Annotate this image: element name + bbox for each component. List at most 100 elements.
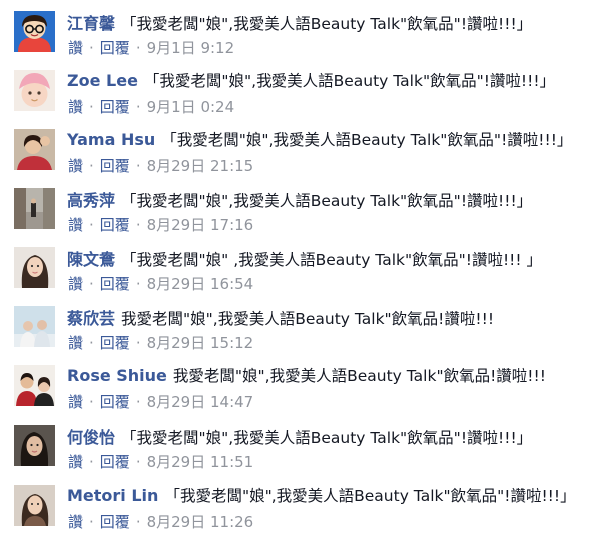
comment-text: 「我愛老闆"娘",我愛美人語Beauty Talk"飲氧品"!讚啦!!!」 — [161, 131, 573, 149]
comment-author[interactable]: Metori Lin 「我愛老闆"娘",我愛美人語Beauty Talk"飲氧品"… — [67, 484, 576, 506]
comment-meta: 讚 · 回覆 · 8月29日 11:26 — [68, 511, 253, 532]
couple-red-icon — [14, 365, 55, 406]
comment-author[interactable]: Yama Hsu 「我愛老闆"娘",我愛美人語Beauty Talk"飲氧品"!讚… — [67, 128, 572, 150]
comment-timestamp[interactable]: 8月29日 16:54 — [147, 275, 254, 293]
comment-meta: 讚 · 回覆 · 8月29日 11:51 — [68, 451, 253, 472]
avatar[interactable] — [14, 425, 55, 466]
reply-button[interactable]: 回覆 — [100, 157, 130, 175]
couple-light-icon — [14, 306, 55, 347]
comment-meta: 讚 · 回覆 · 8月29日 14:47 — [68, 391, 253, 412]
comment-text: 我愛老闆"娘",我愛美人語Beauty Talk"飲氧品!讚啦!!! — [172, 367, 546, 385]
like-button[interactable]: 讚 — [68, 98, 83, 116]
avatar[interactable] — [14, 365, 55, 406]
reply-button[interactable]: 回覆 — [100, 513, 130, 531]
comment-author[interactable]: 蔡欣芸 我愛老闆"娘",我愛美人語Beauty Talk"飲氧品!讚啦!!! — [67, 305, 494, 329]
like-button[interactable]: 讚 — [68, 157, 83, 175]
comment-author[interactable]: 陳文鴦 「我愛老闆"娘" ,我愛美人語Beauty Talk"飲氧品"!讚啦!!!… — [67, 246, 542, 270]
avatar[interactable] — [14, 188, 55, 229]
woman-portrait-icon — [14, 485, 55, 526]
baby-pink-hat-icon — [14, 70, 55, 111]
like-button[interactable]: 讚 — [68, 334, 83, 352]
comment-timestamp[interactable]: 8月29日 15:12 — [147, 334, 254, 352]
separator-dot: · — [89, 453, 94, 471]
separator-dot: · — [89, 216, 94, 234]
reply-button[interactable]: 回覆 — [100, 216, 130, 234]
comment-meta: 讚 · 回覆 · 8月29日 17:16 — [68, 214, 253, 235]
avatar[interactable] — [14, 485, 55, 526]
cartoon-girl-glasses-icon — [14, 11, 55, 52]
comment-item: Zoe Lee 「我愛老闆"娘",我愛美人語Beauty Talk"飲氧品"!讚啦… — [0, 67, 600, 123]
street-scene-icon — [14, 188, 55, 229]
like-button[interactable]: 讚 — [68, 393, 83, 411]
comment-meta: 讚 · 回覆 · 8月29日 15:12 — [68, 332, 253, 353]
separator-dot: · — [135, 275, 141, 293]
comment-text: 「我愛老闆"娘",我愛美人語Beauty Talk"飲氧品"!讚啦!!!」 — [121, 429, 533, 447]
like-button[interactable]: 讚 — [68, 453, 83, 471]
comment-item: 蔡欣芸 我愛老闆"娘",我愛美人語Beauty Talk"飲氧品!讚啦!!! 讚 ·… — [0, 303, 600, 359]
separator-dot: · — [135, 39, 141, 57]
like-button[interactable]: 讚 — [68, 39, 83, 57]
comment-timestamp[interactable]: 9月1日 0:24 — [147, 98, 235, 116]
avatar[interactable] — [14, 11, 55, 52]
reply-button[interactable]: 回覆 — [100, 334, 130, 352]
separator-dot: · — [135, 513, 141, 531]
comment-item: Metori Lin 「我愛老闆"娘",我愛美人語Beauty Talk"飲氧品"… — [0, 482, 600, 538]
separator-dot: · — [135, 98, 141, 116]
comment-item: 高秀萍 「我愛老闆"娘",我愛美人語Beauty Talk"飲氧品"!讚啦!!!」… — [0, 185, 600, 241]
comment-timestamp[interactable]: 8月29日 21:15 — [147, 157, 254, 175]
avatar[interactable] — [14, 247, 55, 288]
comment-author[interactable]: Rose Shiue 我愛老闆"娘",我愛美人語Beauty Talk"飲氧品!讚… — [67, 364, 546, 386]
comment-meta: 讚 · 回覆 · 8月29日 16:54 — [68, 273, 253, 294]
comment-timestamp[interactable]: 8月29日 11:26 — [147, 513, 254, 531]
comment-timestamp[interactable]: 8月29日 14:47 — [147, 393, 254, 411]
comment-text: 我愛老闆"娘",我愛美人語Beauty Talk"飲氧品!讚啦!!! — [121, 310, 495, 328]
woman-dark-icon — [14, 425, 55, 466]
comment-text: 「我愛老闆"娘",我愛美人語Beauty Talk"飲氧品"!讚啦!!!」 — [143, 72, 556, 90]
separator-dot: · — [89, 275, 94, 293]
comment-author[interactable]: Zoe Lee 「我愛老闆"娘",我愛美人語Beauty Talk"飲氧品"!讚啦… — [67, 69, 555, 91]
comment-author[interactable]: 高秀萍 「我愛老闆"娘",我愛美人語Beauty Talk"飲氧品"!讚啦!!!」 — [67, 187, 532, 211]
separator-dot: · — [135, 453, 141, 471]
reply-button[interactable]: 回覆 — [100, 393, 130, 411]
reply-button[interactable]: 回覆 — [100, 39, 130, 57]
like-button[interactable]: 讚 — [68, 275, 83, 293]
comment-timestamp[interactable]: 9月1日 9:12 — [147, 39, 235, 57]
reply-button[interactable]: 回覆 — [100, 98, 130, 116]
comment-meta: 讚 · 回覆 · 9月1日 0:24 — [68, 96, 234, 117]
separator-dot: · — [135, 157, 141, 175]
reply-button[interactable]: 回覆 — [100, 453, 130, 471]
avatar[interactable] — [14, 306, 55, 347]
comment-list: 江育馨 「我愛老闆"娘",我愛美人語Beauty Talk"飲氧品"!讚啦!!!」… — [0, 0, 600, 545]
like-button[interactable]: 讚 — [68, 513, 83, 531]
separator-dot: · — [89, 157, 94, 175]
comment-text: 「我愛老闆"娘",我愛美人語Beauty Talk"飲氧品"!讚啦!!!」 — [121, 15, 533, 33]
comment-meta: 讚 · 回覆 · 8月29日 21:15 — [68, 155, 253, 176]
comment-item: Rose Shiue 我愛老闆"娘",我愛美人語Beauty Talk"飲氧品!讚… — [0, 362, 600, 418]
comment-meta: 讚 · 回覆 · 9月1日 9:12 — [68, 37, 234, 58]
avatar[interactable] — [14, 70, 55, 111]
woman-red-top-icon — [14, 129, 55, 170]
like-button[interactable]: 讚 — [68, 216, 83, 234]
separator-dot: · — [135, 216, 141, 234]
woman-long-hair-icon — [14, 247, 55, 288]
separator-dot: · — [135, 334, 141, 352]
separator-dot: · — [89, 393, 94, 411]
comment-author[interactable]: 江育馨 「我愛老闆"娘",我愛美人語Beauty Talk"飲氧品"!讚啦!!!」 — [67, 10, 532, 34]
comment-item: 陳文鴦 「我愛老闆"娘" ,我愛美人語Beauty Talk"飲氧品"!讚啦!!!… — [0, 244, 600, 300]
comment-item: Yama Hsu 「我愛老闆"娘",我愛美人語Beauty Talk"飲氧品"!讚… — [0, 126, 600, 182]
comment-text: 「我愛老闆"娘",我愛美人語Beauty Talk"飲氧品"!讚啦!!!」 — [121, 192, 533, 210]
comment-item: 江育馨 「我愛老闆"娘",我愛美人語Beauty Talk"飲氧品"!讚啦!!!」… — [0, 8, 600, 64]
comment-timestamp[interactable]: 8月29日 11:51 — [147, 453, 254, 471]
separator-dot: · — [89, 39, 94, 57]
comment-item: 何俊怡 「我愛老闆"娘",我愛美人語Beauty Talk"飲氧品"!讚啦!!!」… — [0, 422, 600, 478]
reply-button[interactable]: 回覆 — [100, 275, 130, 293]
comment-author[interactable]: 何俊怡 「我愛老闆"娘",我愛美人語Beauty Talk"飲氧品"!讚啦!!!」 — [67, 424, 532, 448]
separator-dot: · — [89, 98, 94, 116]
separator-dot: · — [89, 513, 94, 531]
avatar[interactable] — [14, 129, 55, 170]
comment-text: 「我愛老闆"娘",我愛美人語Beauty Talk"飲氧品"!讚啦!!!」 — [164, 487, 576, 505]
separator-dot: · — [135, 393, 141, 411]
comment-text: 「我愛老闆"娘" ,我愛美人語Beauty Talk"飲氧品"!讚啦!!! 」 — [121, 251, 543, 269]
comment-timestamp[interactable]: 8月29日 17:16 — [147, 216, 254, 234]
separator-dot: · — [89, 334, 94, 352]
